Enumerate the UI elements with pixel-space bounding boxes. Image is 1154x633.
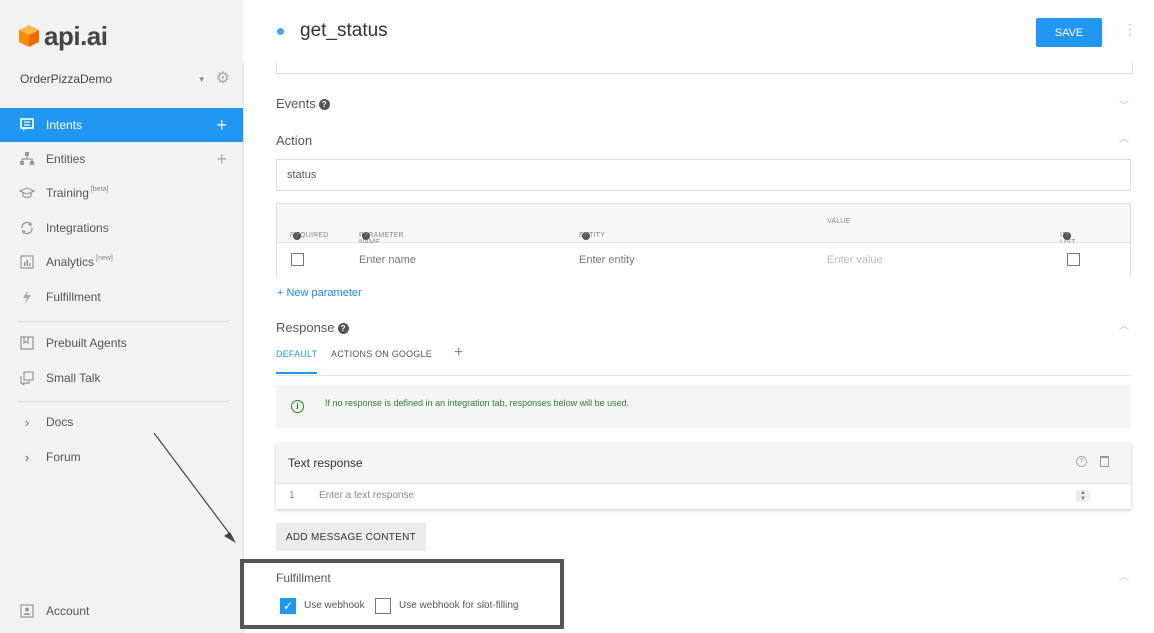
annotation-arrow — [153, 432, 236, 543]
annotation-highlight-box — [240, 559, 564, 629]
